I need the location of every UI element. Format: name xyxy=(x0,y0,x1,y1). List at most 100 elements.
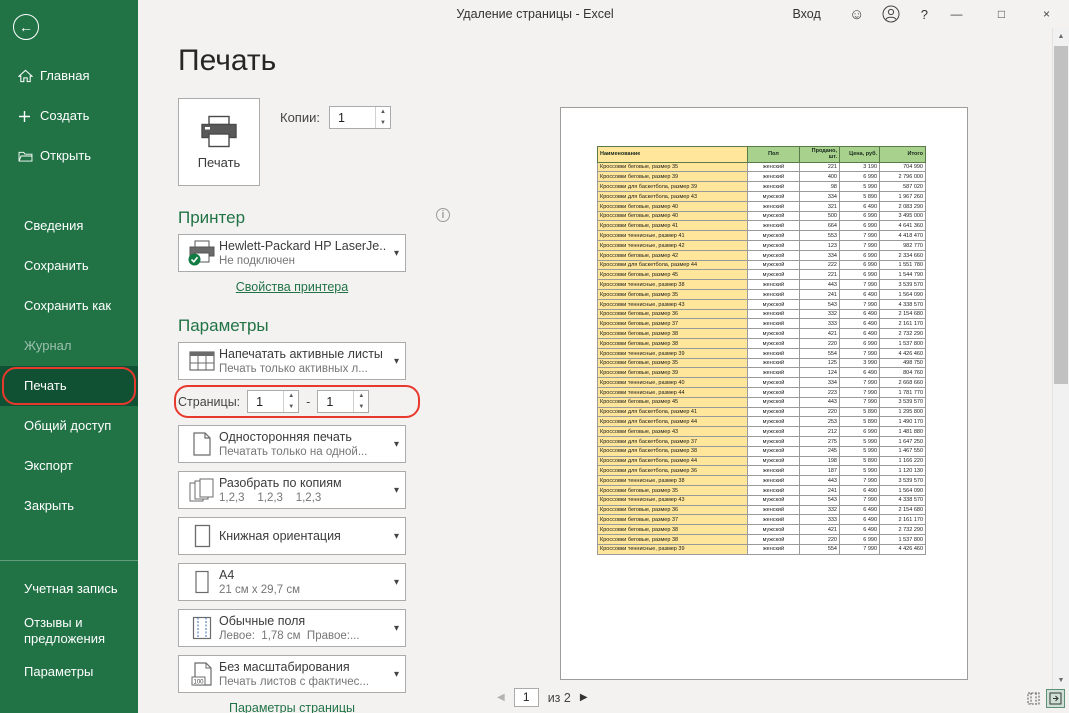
setting-label: A4 xyxy=(219,568,387,582)
pages-to-stepper[interactable]: 1 ▲ ▼ xyxy=(317,390,369,413)
table-row: Кроссовки беговые, размер 39женский4006 … xyxy=(598,172,926,182)
table-row: Кроссовки беговые, размер 35женский2416 … xyxy=(598,485,926,495)
maximize-button[interactable]: □ xyxy=(979,0,1024,28)
table-row: Кроссовки беговые, размер 35женский2213 … xyxy=(598,162,926,172)
preview-zoom-buttons xyxy=(1024,689,1065,708)
current-page-input[interactable]: 1 xyxy=(514,688,539,707)
back-button[interactable]: ← xyxy=(13,14,39,40)
pages-to-value: 1 xyxy=(326,395,333,409)
table-row: Кроссовки беговые, размер 41женский6646 … xyxy=(598,221,926,231)
pages-range-row: Страницы: 1 ▲ ▼ - 1 ▲ ▼ xyxy=(178,388,412,415)
sidebar-item-print[interactable]: Печать xyxy=(0,366,138,406)
spin-up-icon[interactable]: ▲ xyxy=(354,391,368,402)
backstage-sidebar: ← Главная Создать Открыть Сведения Сохра… xyxy=(0,0,138,713)
table-row: Кроссовки беговые, размер 38мужской4216 … xyxy=(598,525,926,535)
sidebar-item-save-as[interactable]: Сохранить как xyxy=(0,286,138,326)
new-document-icon xyxy=(18,110,40,123)
printer-selector-dropdown[interactable]: Hewlett-Packard HP LaserJe... Не подключ… xyxy=(178,234,406,272)
minimize-button[interactable]: — xyxy=(934,0,979,28)
sidebar-item-share[interactable]: Общий доступ xyxy=(0,406,138,446)
titlebar: Удаление страницы - Excel Вход ☺ ? — □ × xyxy=(138,0,1069,28)
sidebar-item-label: Параметры xyxy=(24,664,93,680)
show-margins-button[interactable] xyxy=(1024,689,1043,708)
setting-sub: Левое: 1,78 см Правое:... xyxy=(219,630,387,642)
spin-down-icon[interactable]: ▼ xyxy=(284,402,298,413)
chevron-down-icon: ▾ xyxy=(387,577,399,588)
copies-value: 1 xyxy=(338,111,345,125)
sidebar-item-feedback[interactable]: Отзывы и предложения xyxy=(0,609,138,652)
setting-sub: 21 см x 29,7 см xyxy=(219,584,387,596)
vertical-scrollbar[interactable]: ▲ ▼ xyxy=(1052,28,1069,689)
sidebar-item-label: Сохранить xyxy=(24,258,89,274)
printer-heading: i Принтер xyxy=(178,208,438,228)
sidebar-item-home[interactable]: Главная xyxy=(0,56,138,96)
print-button-label: Печать xyxy=(198,155,241,170)
help-button[interactable]: ? xyxy=(921,7,928,22)
setting-sub: 1,2,3 1,2,3 1,2,3 xyxy=(219,492,387,504)
chevron-down-icon: ▾ xyxy=(387,248,399,259)
margins-dropdown[interactable]: Обычные поля Левое: 1,78 см Правое:... ▾ xyxy=(178,609,406,647)
printer-properties-link[interactable]: Свойства принтера xyxy=(178,280,406,294)
table-row: Кроссовки беговые, размер 36женский3326 … xyxy=(598,309,926,319)
scaling-dropdown[interactable]: 100 Без масштабирования Печать листов с … xyxy=(178,655,406,693)
portrait-orientation-icon xyxy=(185,524,219,548)
sidebar-item-label: Экспорт xyxy=(24,458,73,474)
table-row: Кроссовки для баскетбола, размер 38мужск… xyxy=(598,446,926,456)
sidebar-item-new[interactable]: Создать xyxy=(0,96,138,136)
active-sheets-icon xyxy=(185,350,219,372)
account-person-icon[interactable] xyxy=(881,4,901,24)
table-row: Кроссовки беговые, размер 37женский3336 … xyxy=(598,515,926,525)
sidebar-item-save[interactable]: Сохранить xyxy=(0,246,138,286)
zoom-to-page-button[interactable] xyxy=(1046,689,1065,708)
page-setup-link[interactable]: Параметры страницы xyxy=(178,701,406,713)
sidebar-item-open[interactable]: Открыть xyxy=(0,136,138,176)
sidebar-item-info[interactable]: Сведения xyxy=(0,206,138,246)
chevron-down-icon: ▾ xyxy=(387,356,399,367)
sidebar-item-account[interactable]: Учетная запись xyxy=(0,569,138,609)
sidebar-item-export[interactable]: Экспорт xyxy=(0,446,138,486)
table-row: Кроссовки теннисные, размер 39женский554… xyxy=(598,544,926,554)
setting-label: Односторонняя печать xyxy=(219,430,387,444)
sidebar-item-options[interactable]: Параметры xyxy=(0,652,138,692)
feedback-smiley-icon[interactable]: ☺ xyxy=(847,4,867,24)
paper-size-dropdown[interactable]: A4 21 см x 29,7 см ▾ xyxy=(178,563,406,601)
table-row: Кроссовки беговые, размер 38мужской4216 … xyxy=(598,329,926,339)
spin-up-icon[interactable]: ▲ xyxy=(376,107,390,118)
print-what-dropdown[interactable]: Напечатать активные листы Печать только … xyxy=(178,342,406,380)
table-row: Кроссовки для баскетбола, размер 41мужск… xyxy=(598,407,926,417)
table-row: Кроссовки для баскетбола, размер 44мужск… xyxy=(598,456,926,466)
spin-up-icon[interactable]: ▲ xyxy=(284,391,298,402)
page-title: Печать xyxy=(178,44,438,78)
orientation-dropdown[interactable]: Книжная ориентация ▾ xyxy=(178,517,406,555)
sidebar-item-close[interactable]: Закрыть xyxy=(0,486,138,526)
preview-page-navigation: ◀ 1 из 2 ▶ xyxy=(497,688,588,707)
pages-from-stepper[interactable]: 1 ▲ ▼ xyxy=(247,390,299,413)
print-button[interactable]: Печать xyxy=(178,98,260,186)
scroll-up-icon[interactable]: ▲ xyxy=(1053,28,1069,45)
collate-dropdown[interactable]: Разобрать по копиям 1,2,3 1,2,3 1,2,3 ▾ xyxy=(178,471,406,509)
table-row: Кроссовки беговые, размер 42мужской3346 … xyxy=(598,250,926,260)
table-row: Кроссовки беговые, размер 38мужской2206 … xyxy=(598,338,926,348)
spin-down-icon[interactable]: ▼ xyxy=(376,118,390,129)
setting-sub: Печать только активных л... xyxy=(219,363,387,375)
table-row: Кроссовки для баскетбола, размер 44мужск… xyxy=(598,417,926,427)
table-row: Кроссовки теннисные, размер 43мужской543… xyxy=(598,495,926,505)
duplex-dropdown[interactable]: Односторонняя печать Печатать только на … xyxy=(178,425,406,463)
table-row: Кроссовки беговые, размер 43мужской2126 … xyxy=(598,427,926,437)
table-row: Кроссовки беговые, размер 35женский2416 … xyxy=(598,289,926,299)
next-page-icon[interactable]: ▶ xyxy=(580,692,588,703)
previous-page-icon[interactable]: ◀ xyxy=(497,692,505,703)
sidebar-item-label: Сведения xyxy=(24,218,83,234)
sidebar-item-label: Сохранить как xyxy=(24,298,111,314)
spin-down-icon[interactable]: ▼ xyxy=(354,402,368,413)
close-button[interactable]: × xyxy=(1024,0,1069,28)
sidebar-spacer xyxy=(0,176,138,206)
table-row: Кроссовки для баскетбола, размер 43мужск… xyxy=(598,192,926,202)
scrollbar-thumb[interactable] xyxy=(1054,46,1068,384)
column-header: Итого xyxy=(880,147,926,163)
sign-in-button[interactable]: Вход xyxy=(792,7,820,21)
printer-info-icon[interactable]: i xyxy=(436,208,450,222)
table-row: Кроссовки теннисные, размер 38женский443… xyxy=(598,476,926,486)
scroll-down-icon[interactable]: ▼ xyxy=(1053,672,1069,689)
copies-stepper[interactable]: 1 ▲ ▼ xyxy=(329,106,391,129)
